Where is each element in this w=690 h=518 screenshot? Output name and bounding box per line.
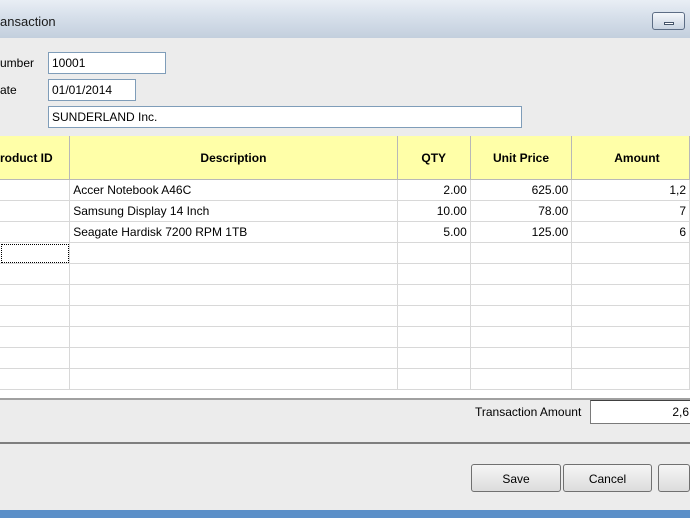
transaction-number-label: umber	[0, 56, 35, 70]
cell-product-id[interactable]	[0, 179, 71, 201]
cell-qty[interactable]	[397, 368, 471, 390]
table-row[interactable]	[0, 242, 690, 264]
cell-amount[interactable]: 6	[571, 221, 690, 243]
cell-unit-price[interactable]	[470, 284, 573, 306]
transaction-table: roduct ID Description QTY Unit Price Amo…	[0, 136, 690, 390]
grid-header-row: roduct ID Description QTY Unit Price Amo…	[0, 136, 690, 180]
cell-product-id[interactable]	[0, 221, 71, 243]
cell-amount[interactable]	[571, 305, 690, 327]
table-row[interactable]	[0, 326, 690, 348]
table-row[interactable]	[0, 263, 690, 285]
cell-unit-price[interactable]	[470, 305, 573, 327]
cell-qty[interactable]	[397, 305, 471, 327]
transaction-amount-field: 2,6	[590, 400, 690, 424]
table-row[interactable]: Accer Notebook A46C 2.00 625.00 1,2	[0, 179, 690, 201]
minimize-icon	[664, 22, 674, 25]
cell-product-id[interactable]	[0, 242, 71, 264]
cancel-button[interactable]: Cancel	[563, 464, 652, 492]
cell-qty[interactable]: 5.00	[397, 221, 471, 243]
save-button[interactable]: Save	[471, 464, 561, 492]
form-area: umber 10001 ate 01/01/2014 SUNDERLAND In…	[0, 38, 690, 442]
cell-unit-price[interactable]	[470, 347, 573, 369]
table-row[interactable]	[0, 305, 690, 327]
cell-product-id[interactable]	[0, 368, 71, 390]
cell-amount[interactable]	[571, 263, 690, 285]
cell-description[interactable]	[69, 242, 398, 264]
cell-description[interactable]	[69, 284, 398, 306]
transaction-date-input[interactable]: 01/01/2014	[48, 79, 136, 101]
cell-product-id[interactable]	[0, 326, 71, 348]
cell-amount[interactable]	[571, 347, 690, 369]
cell-unit-price[interactable]: 125.00	[470, 221, 573, 243]
cell-description[interactable]	[69, 326, 398, 348]
column-header-product-id[interactable]: roduct ID	[0, 136, 71, 180]
cell-qty[interactable]	[397, 326, 471, 348]
cell-qty[interactable]	[397, 242, 471, 264]
cell-qty[interactable]	[397, 284, 471, 306]
cell-unit-price[interactable]	[470, 326, 573, 348]
cell-amount[interactable]	[571, 326, 690, 348]
table-row[interactable]: Seagate Hardisk 7200 RPM 1TB 5.00 125.00…	[0, 221, 690, 243]
cell-description[interactable]: Samsung Display 14 Inch	[69, 200, 398, 222]
cell-qty[interactable]: 2.00	[397, 179, 471, 201]
cell-unit-price[interactable]: 625.00	[470, 179, 573, 201]
cell-product-id[interactable]	[0, 200, 71, 222]
column-header-qty[interactable]: QTY	[397, 136, 471, 180]
cell-description[interactable]: Accer Notebook A46C	[69, 179, 398, 201]
cell-unit-price[interactable]	[470, 368, 573, 390]
cell-description[interactable]: Seagate Hardisk 7200 RPM 1TB	[69, 221, 398, 243]
cell-product-id[interactable]	[0, 284, 71, 306]
cell-product-id[interactable]	[0, 305, 71, 327]
cell-amount[interactable]	[571, 368, 690, 390]
column-header-amount[interactable]: Amount	[571, 136, 690, 180]
cell-qty[interactable]: 10.00	[397, 200, 471, 222]
transaction-amount-label: Transaction Amount	[475, 405, 582, 419]
extra-button[interactable]	[658, 464, 690, 492]
grid-bottom-border	[0, 398, 690, 400]
taskbar-strip	[0, 510, 690, 518]
cell-amount[interactable]: 7	[571, 200, 690, 222]
cell-description[interactable]	[69, 305, 398, 327]
transaction-number-input[interactable]: 10001	[48, 52, 166, 74]
cell-description[interactable]	[69, 347, 398, 369]
cell-unit-price[interactable]	[470, 263, 573, 285]
cell-product-id[interactable]	[0, 347, 71, 369]
column-header-unit-price[interactable]: Unit Price	[470, 136, 573, 180]
window-title: ansaction	[0, 14, 56, 29]
customer-input[interactable]: SUNDERLAND Inc.	[48, 106, 522, 128]
transaction-grid[interactable]: roduct ID Description QTY Unit Price Amo…	[0, 136, 690, 398]
cell-unit-price[interactable]: 78.00	[470, 200, 573, 222]
table-row[interactable]	[0, 368, 690, 390]
cell-amount[interactable]	[571, 284, 690, 306]
table-row[interactable]	[0, 347, 690, 369]
button-bar: Save Cancel	[0, 444, 690, 510]
cell-qty[interactable]	[397, 263, 471, 285]
cell-amount[interactable]: 1,2	[571, 179, 690, 201]
table-row[interactable]: Samsung Display 14 Inch 10.00 78.00 7	[0, 200, 690, 222]
cell-description[interactable]	[69, 368, 398, 390]
table-row[interactable]	[0, 284, 690, 306]
cell-amount[interactable]	[571, 242, 690, 264]
cell-product-id[interactable]	[0, 263, 71, 285]
cell-qty[interactable]	[397, 347, 471, 369]
cell-unit-price[interactable]	[470, 242, 573, 264]
transaction-date-label: ate	[0, 83, 17, 97]
cell-description[interactable]	[69, 263, 398, 285]
title-bar: ansaction	[0, 0, 690, 39]
minimize-button[interactable]	[652, 12, 685, 30]
column-header-description[interactable]: Description	[69, 136, 398, 180]
